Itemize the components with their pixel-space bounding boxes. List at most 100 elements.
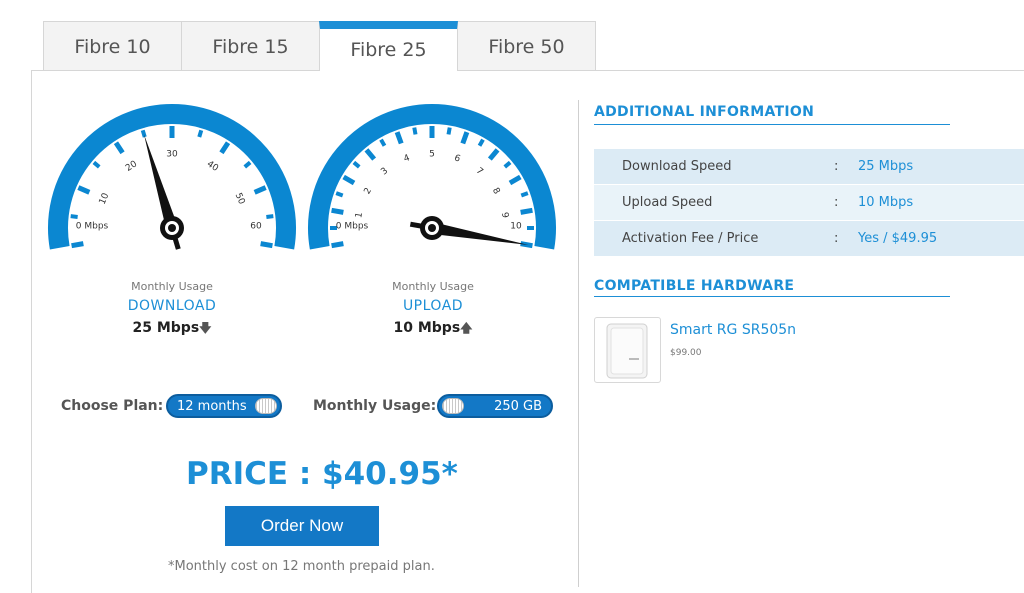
upload-gauge-tick-label: 1 [354, 212, 365, 219]
additional-info-title: ADDITIONAL INFORMATION [594, 104, 815, 120]
info-key: Upload Speed [622, 195, 713, 210]
plan-toggle-knob[interactable] [255, 398, 277, 414]
prepaid-note: *Monthly cost on 12 month prepaid plan. [168, 559, 435, 574]
download-gauge-tick [197, 129, 204, 138]
upload-gauge-tick-label: 8 [490, 186, 502, 196]
download-gauge-tick-label: 50 [233, 192, 247, 207]
upload-gauge-tick [520, 191, 529, 198]
info-separator: : [834, 231, 839, 246]
download-speed-value: 25 Mbps [132, 320, 200, 336]
download-gauge-tick [71, 241, 84, 249]
info-value: Yes / $49.95 [858, 231, 938, 246]
download-gauge-tick [253, 185, 267, 195]
plan-toggle-value: 12 months [177, 398, 247, 414]
additional-info-rule [594, 124, 950, 125]
hardware-name-link[interactable]: Smart RG SR505n [670, 322, 796, 338]
compatible-hardware-rule [594, 296, 950, 297]
download-caption-small: Monthly Usage [131, 280, 213, 293]
info-row: Download Speed : 25 Mbps [594, 149, 1024, 184]
download-gauge-tick-label: 10 [98, 191, 112, 206]
plan-toggle[interactable]: 12 months [166, 394, 282, 418]
upload-gauge-tick-label: 2 [363, 186, 375, 196]
column-divider [578, 100, 579, 587]
info-row: Upload Speed : 10 Mbps [594, 185, 1024, 220]
info-separator: : [834, 195, 839, 210]
download-gauge: 0 Mbps 10 20 30 40 50 60 [48, 104, 296, 250]
upload-gauge-tick [477, 138, 485, 147]
tab-fibre-50[interactable]: Fibre 50 [457, 21, 596, 71]
tab-fibre-10[interactable]: Fibre 10 [43, 21, 182, 71]
download-caption-title: DOWNLOAD [127, 298, 217, 314]
upload-gauge-tick [394, 131, 404, 145]
upload-gauge-tick [364, 148, 377, 161]
info-value: 25 Mbps [858, 159, 914, 174]
router-icon [606, 323, 648, 379]
upload-gauge-tick-label: 5 [429, 150, 435, 160]
upload-gauge-tick [446, 127, 452, 135]
download-gauge-tick-label: 20 [124, 159, 139, 174]
hardware-price: $99.00 [670, 348, 702, 358]
download-gauge-tick-label: 0 Mbps [76, 222, 109, 232]
upload-gauge-tick [487, 148, 500, 161]
download-gauge-tick [77, 185, 91, 195]
upload-gauge-tick [352, 160, 361, 169]
upload-caption-small: Monthly Usage [392, 280, 474, 293]
info-separator: : [834, 159, 839, 174]
upload-gauge-tick [503, 160, 512, 169]
order-now-button[interactable]: Order Now [225, 506, 379, 546]
download-gauge-tick-label: 30 [166, 150, 178, 160]
arrow-down-icon: 🡇 [199, 321, 212, 335]
monthly-usage-label: Monthly Usage: [313, 398, 437, 414]
upload-gauge-tick-label: 6 [453, 153, 462, 164]
upload-gauge-tick [342, 174, 356, 186]
upload-gauge-tick [331, 207, 344, 215]
upload-gauge-tick [379, 138, 387, 147]
info-key: Download Speed [622, 159, 732, 174]
info-row: Activation Fee / Price : Yes / $49.95 [594, 221, 1024, 256]
download-gauge-tick-label: 40 [205, 159, 220, 174]
upload-gauge-tick-label: 4 [402, 153, 411, 164]
usage-toggle-value: 250 GB [494, 398, 542, 414]
upload-gauge-tick-label: 3 [379, 166, 390, 177]
upload-gauge-tick-label: 10 [510, 222, 522, 232]
upload-caption-title: UPLOAD [402, 298, 464, 314]
download-caption: Monthly Usage DOWNLOAD 25 Mbps🡇 [92, 280, 252, 340]
download-gauge-tick-label: 60 [250, 222, 262, 232]
upload-gauge-tick-label: 7 [474, 166, 485, 177]
router-image[interactable] [594, 317, 661, 383]
download-gauge-needle [143, 134, 178, 230]
usage-toggle-knob[interactable] [442, 398, 464, 414]
tab-fibre-15[interactable]: Fibre 15 [181, 21, 320, 71]
upload-caption: Monthly Usage UPLOAD 10 Mbps🡅 [353, 280, 513, 340]
download-gauge-tick [243, 160, 252, 169]
info-value: 10 Mbps [858, 195, 914, 210]
download-gauge-hub-center [168, 224, 176, 232]
download-gauge-tick [70, 214, 78, 219]
upload-gauge-tick [335, 191, 344, 198]
download-gauge-tick [266, 214, 274, 219]
arrow-up-icon: 🡅 [460, 321, 473, 335]
upload-speed-value: 10 Mbps [393, 320, 461, 336]
plan-tabs: Fibre 10 Fibre 15 Fibre 25 Fibre 50 [43, 21, 596, 71]
upload-gauge-tick [412, 127, 418, 135]
tab-fibre-25[interactable]: Fibre 25 [319, 21, 458, 71]
download-gauge-tick [113, 141, 125, 155]
upload-gauge-tick-label: 0 Mbps [336, 222, 369, 232]
upload-gauge-hub-center [428, 224, 436, 232]
upload-gauge-tick [460, 131, 470, 145]
upload-gauge-tick-label: 9 [499, 212, 510, 220]
usage-toggle[interactable]: 250 GB [437, 394, 553, 418]
download-caption-value: 25 Mbps🡇 [92, 319, 252, 340]
info-table: Download Speed : 25 Mbps Upload Speed : … [594, 149, 1024, 257]
choose-plan-label: Choose Plan: [61, 398, 164, 414]
upload-gauge-tick [508, 174, 522, 186]
download-gauge-tick [92, 160, 101, 169]
download-gauge-tick [260, 241, 273, 249]
upload-caption-value: 10 Mbps🡅 [353, 319, 513, 340]
upload-gauge-tick [331, 241, 344, 249]
upload-gauge-tick [520, 207, 533, 215]
compatible-hardware-title: COMPATIBLE HARDWARE [594, 278, 795, 294]
download-gauge-tick [219, 141, 231, 155]
upload-gauge: 0 Mbps1234 5 678910 [308, 104, 556, 250]
info-key: Activation Fee / Price [622, 231, 759, 246]
